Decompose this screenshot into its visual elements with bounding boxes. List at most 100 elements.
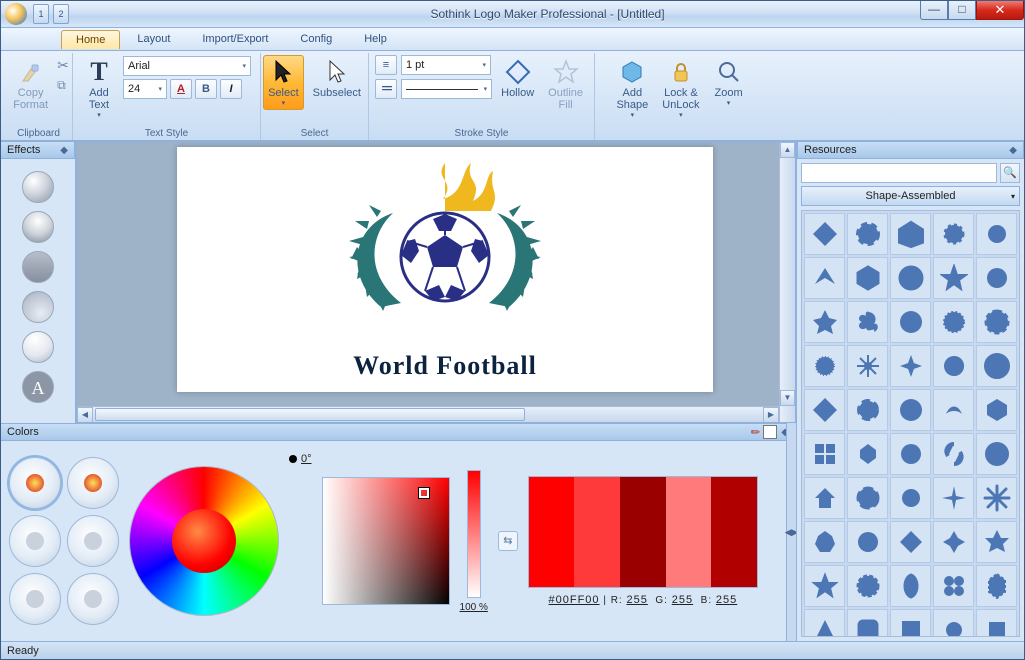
canvas-page[interactable]: World Football: [177, 147, 713, 392]
shape-thumb[interactable]: [933, 213, 974, 255]
shape-thumb[interactable]: [976, 609, 1017, 637]
menu-layout[interactable]: Layout: [122, 29, 185, 49]
saturation-value-box[interactable]: [322, 477, 450, 605]
color-pot-6[interactable]: [67, 573, 119, 625]
shape-thumb[interactable]: [804, 609, 845, 637]
eyedropper-icon[interactable]: ✐: [747, 424, 763, 440]
font-color-button[interactable]: A: [170, 79, 192, 99]
font-family-combo[interactable]: Arial▾: [123, 56, 251, 76]
shape-thumb[interactable]: [847, 389, 888, 431]
shape-thumb[interactable]: [804, 301, 845, 343]
menu-home[interactable]: Home: [61, 30, 120, 49]
window-maximize[interactable]: □: [948, 1, 976, 20]
shape-thumb[interactable]: [933, 257, 974, 299]
shape-thumb[interactable]: [890, 433, 931, 475]
color-pot-1[interactable]: [9, 457, 61, 509]
canvas-area[interactable]: World Football ▲ ▼ ◀ ▶: [76, 141, 796, 423]
shape-thumb[interactable]: [933, 521, 974, 563]
effect-sphere-2[interactable]: [22, 211, 54, 243]
shape-thumb[interactable]: [804, 257, 845, 299]
quick-slot-2[interactable]: 2: [53, 4, 69, 24]
shape-thumb[interactable]: [890, 213, 931, 255]
shape-thumb[interactable]: [933, 565, 974, 607]
shape-thumb[interactable]: [976, 257, 1017, 299]
shape-thumb[interactable]: [890, 389, 931, 431]
color-pot-5[interactable]: [9, 573, 61, 625]
shape-thumb[interactable]: [976, 565, 1017, 607]
panel-expander[interactable]: ◀▶: [786, 423, 796, 641]
shape-thumb[interactable]: [847, 477, 888, 519]
shape-thumb[interactable]: [976, 301, 1017, 343]
logo-artwork[interactable]: [315, 157, 575, 342]
shape-thumb[interactable]: [890, 345, 931, 387]
stroke-style-icon[interactable]: ==: [375, 79, 397, 99]
color-pot-2[interactable]: [67, 457, 119, 509]
subselect-tool-button[interactable]: Subselect: [308, 55, 366, 102]
shape-thumb[interactable]: [804, 521, 845, 563]
pin-icon[interactable]: ◆: [1009, 145, 1017, 156]
shape-thumb[interactable]: [804, 389, 845, 431]
shape-thumb[interactable]: [890, 565, 931, 607]
color-swatches[interactable]: [528, 476, 758, 588]
shape-thumb[interactable]: [804, 565, 845, 607]
shape-thumb[interactable]: [890, 477, 931, 519]
app-logo[interactable]: [5, 3, 27, 25]
stroke-weight-combo[interactable]: 1 pt▾: [401, 55, 491, 75]
copy-format-button[interactable]: Copy Format: [8, 55, 53, 114]
zoom-button[interactable]: Zoom▾: [709, 55, 749, 110]
effect-glass[interactable]: [22, 331, 54, 363]
shape-thumb[interactable]: [976, 213, 1017, 255]
effect-sphere-3[interactable]: [22, 291, 54, 323]
effect-sphere-1[interactable]: [22, 171, 54, 203]
shape-thumb[interactable]: [933, 301, 974, 343]
logo-text[interactable]: World Football: [305, 351, 585, 381]
effect-text[interactable]: A: [22, 371, 54, 403]
shape-thumb[interactable]: [847, 609, 888, 637]
select-tool-button[interactable]: Select ▾: [263, 55, 304, 110]
font-size-combo[interactable]: 24▾: [123, 79, 167, 99]
effect-flat[interactable]: [22, 251, 54, 283]
shape-thumb[interactable]: [847, 213, 888, 255]
shape-thumb[interactable]: [890, 301, 931, 343]
shape-thumb[interactable]: [890, 521, 931, 563]
shape-thumb[interactable]: [890, 257, 931, 299]
quick-slot-1[interactable]: 1: [33, 4, 49, 24]
shape-thumb[interactable]: [804, 213, 845, 255]
menu-config[interactable]: Config: [285, 29, 347, 49]
resource-search-input[interactable]: [801, 163, 997, 183]
current-color-swatch[interactable]: [763, 425, 777, 439]
shape-thumb[interactable]: [976, 477, 1017, 519]
hollow-button[interactable]: Hollow: [496, 55, 539, 102]
shape-thumb[interactable]: [890, 609, 931, 637]
horizontal-scrollbar[interactable]: ◀ ▶: [77, 406, 779, 422]
color-wheel[interactable]: [129, 466, 279, 616]
menu-import-export[interactable]: Import/Export: [187, 29, 283, 49]
shape-thumb[interactable]: [933, 609, 974, 637]
resource-category-combo[interactable]: Shape-Assembled▾: [801, 186, 1020, 206]
shape-thumb[interactable]: [847, 433, 888, 475]
shape-thumb[interactable]: [933, 433, 974, 475]
vertical-scrollbar[interactable]: ▲ ▼: [779, 142, 795, 422]
window-close[interactable]: ✕: [976, 1, 1024, 20]
menu-help[interactable]: Help: [349, 29, 402, 49]
shape-thumb[interactable]: [976, 389, 1017, 431]
cut-icon[interactable]: ✂: [57, 57, 69, 74]
pin-icon[interactable]: ◆: [60, 145, 68, 156]
shape-thumb[interactable]: [976, 345, 1017, 387]
shape-thumb[interactable]: [847, 345, 888, 387]
shape-thumb[interactable]: [933, 477, 974, 519]
shape-thumb[interactable]: [847, 565, 888, 607]
stroke-style-combo[interactable]: ▾: [401, 79, 492, 99]
shape-thumb[interactable]: [804, 345, 845, 387]
window-minimize[interactable]: —: [920, 1, 948, 20]
add-shape-button[interactable]: Add Shape▾: [611, 55, 653, 122]
shape-thumb[interactable]: [847, 257, 888, 299]
stroke-weight-icon[interactable]: ≡: [375, 55, 397, 75]
lock-unlock-button[interactable]: Lock & UnLock▾: [657, 55, 704, 122]
shape-thumb[interactable]: [933, 389, 974, 431]
bold-button[interactable]: B: [195, 79, 217, 99]
outline-fill-button[interactable]: Outline Fill: [543, 55, 588, 114]
shape-thumb[interactable]: [804, 477, 845, 519]
shape-thumb[interactable]: [976, 433, 1017, 475]
shape-thumb[interactable]: [847, 521, 888, 563]
